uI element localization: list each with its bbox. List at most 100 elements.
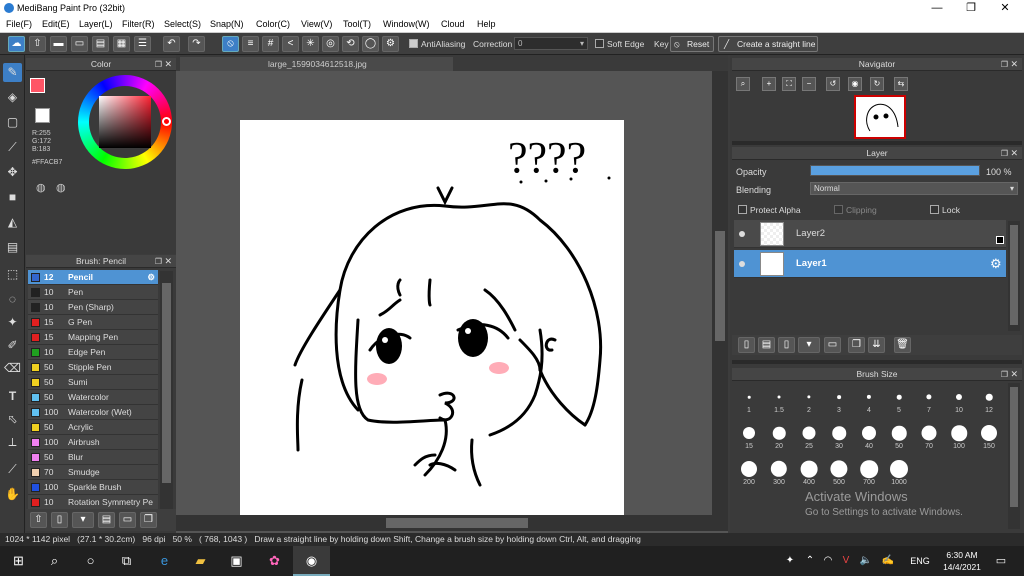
clock[interactable]: 6:30 AM 14/4/2021 — [938, 549, 986, 573]
brush-item[interactable]: 10 Pen — [28, 285, 158, 300]
edge-browser-icon[interactable]: e — [146, 546, 183, 576]
brush-size-scrollbar[interactable] — [1008, 383, 1020, 529]
select-rect-icon[interactable]: ⬚ — [3, 265, 22, 284]
hue-marker[interactable] — [162, 117, 171, 126]
layer-row-layer1[interactable]: Layer1 ⚙ — [734, 250, 1006, 278]
blending-select[interactable]: Normal ▾ — [810, 182, 1018, 195]
maximize-button[interactable]: ❐ — [954, 0, 988, 17]
cortana-icon[interactable]: ○ — [72, 546, 109, 576]
transparent-swatch[interactable] — [35, 108, 50, 123]
vertical-scrollbar[interactable] — [712, 71, 728, 515]
vanishing-snap-icon[interactable]: < — [282, 36, 299, 52]
menu-help[interactable]: Help — [477, 19, 496, 29]
menu-window[interactable]: Window(W) — [383, 19, 430, 29]
undock-icon[interactable]: ❐ — [1001, 368, 1008, 381]
menu-view[interactable]: View(V) — [301, 19, 332, 29]
brush-item[interactable]: 50 Stipple Pen — [28, 360, 158, 375]
protect-alpha-checkbox[interactable] — [738, 205, 747, 214]
brush-size-option[interactable]: 1 — [734, 385, 764, 415]
brush-size-option[interactable]: 12 — [974, 385, 1004, 415]
brush-size-option[interactable]: 500 — [824, 457, 854, 487]
rotate-left-icon[interactable]: ↺ — [826, 77, 840, 91]
new-layer-icon[interactable]: ▯ — [738, 337, 755, 353]
eyedropper-icon[interactable]: ⟂ — [3, 433, 22, 452]
close-icon[interactable]: ✕ — [1010, 368, 1018, 381]
brush-size-option[interactable]: 30 — [824, 421, 854, 451]
menu-layer[interactable]: Layer(L) — [79, 19, 113, 29]
brush-size-option[interactable]: 400 — [794, 457, 824, 487]
text-tool-icon[interactable]: T — [3, 387, 22, 406]
brush-size-option[interactable]: 700 — [854, 457, 884, 487]
antialiasing-checkbox[interactable] — [409, 39, 418, 48]
brush-scrollbar[interactable] — [160, 271, 173, 515]
snap-off-icon[interactable]: ⦸ — [222, 36, 239, 52]
page-icon[interactable]: ▤ — [92, 36, 109, 52]
straight-line-button[interactable]: ╱ Create a straight line — [718, 36, 818, 52]
brush-item[interactable]: 100 Watercolor (Wet) — [28, 405, 158, 420]
close-icon[interactable]: ✕ — [164, 255, 172, 268]
brush-item[interactable]: 100 Airbrush — [28, 435, 158, 450]
menu-snap[interactable]: Snap(N) — [210, 19, 244, 29]
delete-layer-icon[interactable]: 🗑 — [894, 337, 911, 353]
new-8bit-layer-icon[interactable]: ▯ — [778, 337, 795, 353]
layer-scrollbar[interactable] — [1008, 221, 1020, 331]
undock-icon[interactable]: ❐ — [155, 255, 162, 268]
select-eraser-icon[interactable]: ⌫ — [3, 359, 22, 378]
brush-size-option[interactable]: 100 — [944, 421, 974, 451]
magic-wand-icon[interactable]: ✦ — [3, 313, 22, 332]
language-indicator[interactable]: ENG — [905, 546, 935, 576]
gear-icon[interactable]: ⚙ — [147, 270, 155, 285]
brush-item[interactable]: 100 Sparkle Brush — [28, 480, 158, 495]
soft-edge-checkbox[interactable] — [595, 39, 604, 48]
opacity-slider[interactable] — [810, 165, 980, 176]
brush-size-option[interactable]: 1.5 — [764, 385, 794, 415]
brush-size-option[interactable]: 200 — [734, 457, 764, 487]
curve-snap-icon[interactable]: ⟲ — [342, 36, 359, 52]
wifi-icon[interactable]: ◠ — [818, 546, 838, 576]
brush-size-option[interactable]: 1000 — [884, 457, 914, 487]
new-halftone-layer-icon[interactable]: ▤ — [758, 337, 775, 353]
dot-tool-icon[interactable]: ▢ — [3, 113, 22, 132]
undo-icon[interactable]: ↶ — [163, 36, 180, 52]
person-icon[interactable]: ✦ — [780, 546, 800, 576]
snap-settings-icon[interactable]: ⚙ — [382, 36, 399, 52]
visibility-icon[interactable] — [739, 231, 745, 237]
brush-item[interactable]: 10 Edge Pen — [28, 345, 158, 360]
shape-tool-icon[interactable]: ■ — [3, 188, 22, 207]
menu-file[interactable]: File(F) — [6, 19, 32, 29]
menu-tool[interactable]: Tool(T) — [343, 19, 371, 29]
foreground-color-swatch[interactable] — [30, 78, 45, 93]
notification-icon[interactable]: ▭ — [988, 546, 1014, 576]
menu-color[interactable]: Color(C) — [256, 19, 290, 29]
clipping-checkbox[interactable] — [834, 205, 843, 214]
fit-screen-icon[interactable]: ⛶ — [782, 77, 796, 91]
add-brush-icon[interactable]: ⇧ — [30, 512, 47, 528]
flip-icon[interactable]: ⇆ — [894, 77, 908, 91]
menu-edit[interactable]: Edit(E) — [42, 19, 70, 29]
undock-icon[interactable]: ❐ — [155, 58, 162, 71]
brush-size-option[interactable]: 4 — [854, 385, 884, 415]
folder-icon[interactable]: ▭ — [824, 337, 841, 353]
chevron-up-icon[interactable]: ⌃ — [800, 546, 820, 576]
radial-snap-icon[interactable]: ✳ — [302, 36, 319, 52]
cloud-icon[interactable]: ☁ — [8, 36, 25, 52]
palette-icon[interactable]: ◍ — [36, 181, 46, 194]
reset-button[interactable]: ⦸ Reset — [670, 36, 714, 52]
brush-item[interactable]: 10 Pen (Sharp) — [28, 300, 158, 315]
zoom-fit-icon[interactable]: ⌕ — [736, 77, 750, 91]
brush-size-option[interactable]: 70 — [914, 421, 944, 451]
close-icon[interactable]: ✕ — [164, 58, 172, 71]
cross-snap-icon[interactable]: # — [262, 36, 279, 52]
move-tool-icon[interactable]: ✥ — [3, 163, 22, 182]
file-explorer-icon[interactable]: ▰ — [182, 546, 219, 576]
brush-size-option[interactable]: 3 — [824, 385, 854, 415]
brush-item[interactable]: 50 Acrylic — [28, 420, 158, 435]
zoom-in-icon[interactable]: + — [762, 77, 776, 91]
horizontal-scrollbar[interactable] — [176, 515, 728, 531]
brush-size-option[interactable]: 15 — [734, 421, 764, 451]
canvas-paper[interactable]: ???? — [240, 120, 624, 515]
pen-workspace-icon[interactable]: ✍ — [878, 546, 898, 576]
list-icon[interactable]: ☰ — [134, 36, 151, 52]
new-brush-icon[interactable]: ▯ — [51, 512, 68, 528]
brush-item[interactable]: 10 Rotation Symmetry Pe — [28, 495, 158, 510]
